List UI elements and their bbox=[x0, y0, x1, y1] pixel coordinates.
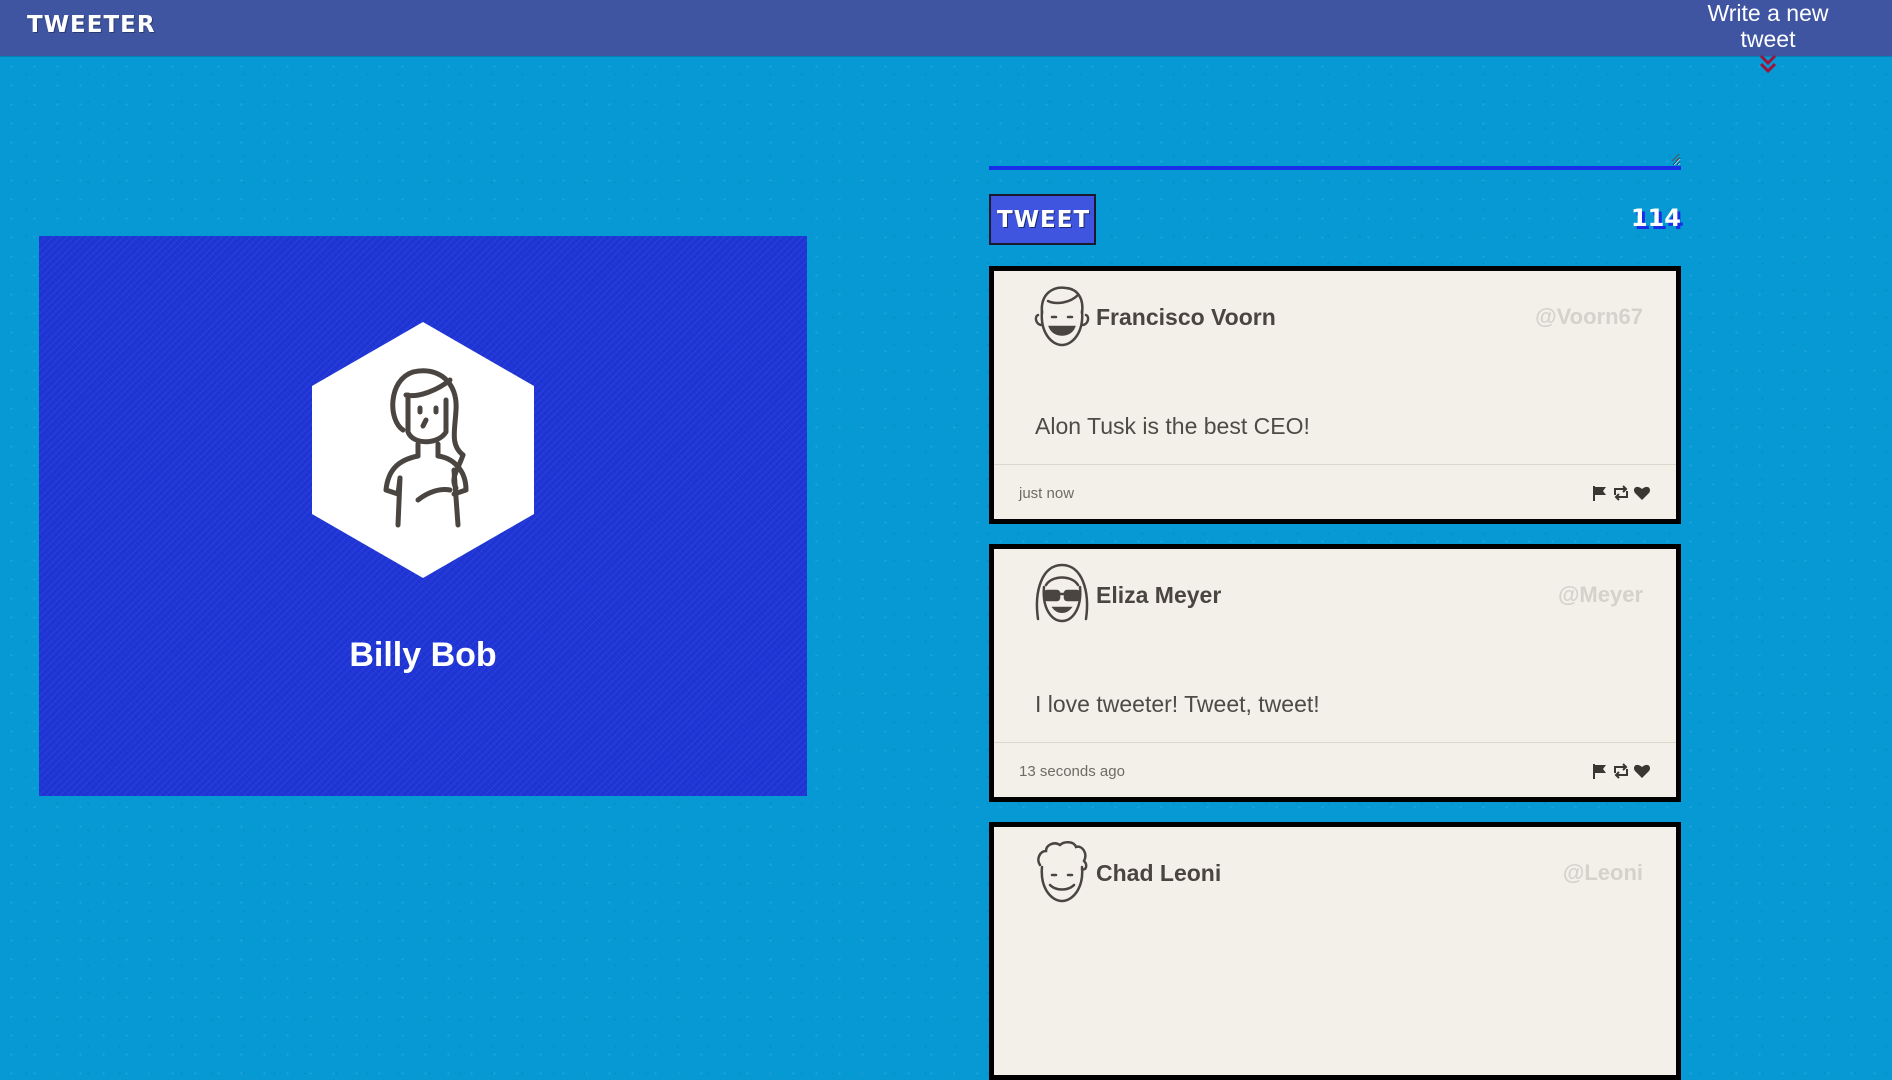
tweet-card: Francisco Voorn @Voorn67 Alon Tusk is th… bbox=[989, 266, 1681, 524]
tweet-card: Chad Leoni @Leoni bbox=[989, 822, 1681, 1080]
char-counter: 114 bbox=[1630, 204, 1681, 232]
brand-logo[interactable]: TWEETER bbox=[27, 12, 156, 38]
curly-hair-man-avatar-icon bbox=[1037, 841, 1088, 903]
tweet-content: I love tweeter! Tweet, tweet! bbox=[1035, 691, 1320, 717]
navbar: TWEETER Write a new tweet bbox=[0, 0, 1892, 74]
retweet-icon[interactable] bbox=[1612, 484, 1630, 502]
tweet-author-name[interactable]: Chad Leoni bbox=[1096, 860, 1221, 887]
tweet-actions bbox=[1591, 762, 1651, 780]
tweet-divider bbox=[994, 464, 1676, 465]
flag-icon[interactable] bbox=[1591, 484, 1609, 502]
tweet-button[interactable]: TWEET bbox=[989, 194, 1096, 245]
heart-icon[interactable] bbox=[1633, 762, 1651, 780]
tweet-actions bbox=[1591, 484, 1651, 502]
tweet-author-handle[interactable]: @Voorn67 bbox=[1535, 304, 1643, 330]
tweet-author-name[interactable]: Eliza Meyer bbox=[1096, 582, 1221, 609]
woman-avatar-icon bbox=[383, 368, 469, 528]
double-chevron-down-icon[interactable] bbox=[1757, 54, 1779, 74]
tweet-timestamp: 13 seconds ago bbox=[1019, 763, 1125, 780]
tweet-author-handle[interactable]: @Leoni bbox=[1563, 860, 1643, 886]
profile-card: Billy Bob bbox=[39, 236, 807, 796]
tweet-content: Alon Tusk is the best CEO! bbox=[1035, 413, 1310, 439]
profile-avatar-hexagon bbox=[312, 322, 534, 578]
heart-icon[interactable] bbox=[1633, 484, 1651, 502]
flag-icon[interactable] bbox=[1591, 762, 1609, 780]
profile-name: Billy Bob bbox=[349, 636, 497, 674]
tweet-divider bbox=[994, 742, 1676, 743]
write-new-tweet-label[interactable]: Write a new tweet bbox=[1678, 0, 1858, 52]
textarea-resize-grip-icon[interactable] bbox=[1670, 152, 1680, 162]
tweet-author-name[interactable]: Francisco Voorn bbox=[1096, 304, 1276, 331]
tweet-timestamp: just now bbox=[1019, 485, 1075, 502]
tweet-textarea[interactable] bbox=[989, 68, 1681, 170]
tweet-card: Eliza Meyer @Meyer I love tweeter! Tweet… bbox=[989, 544, 1681, 802]
retweet-icon[interactable] bbox=[1612, 762, 1630, 780]
woman-sunglasses-avatar-icon bbox=[1035, 563, 1089, 623]
tweet-author-handle[interactable]: @Meyer bbox=[1558, 582, 1643, 608]
smiling-man-avatar-icon bbox=[1034, 286, 1090, 347]
write-new-tweet-toggle[interactable]: Write a new tweet bbox=[1678, 0, 1858, 74]
